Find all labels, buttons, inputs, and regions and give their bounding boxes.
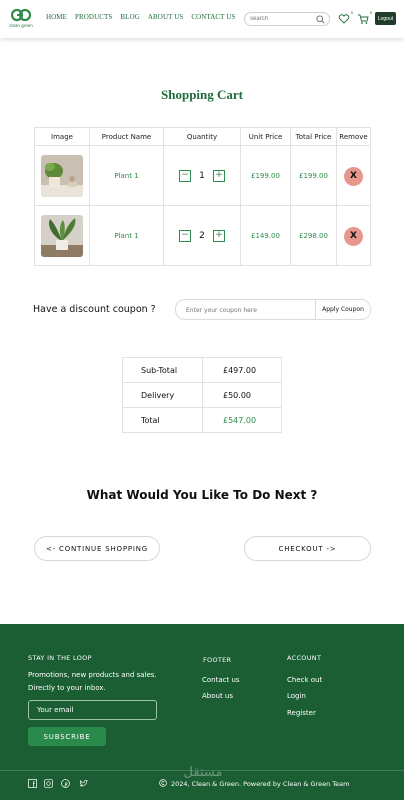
coupon-label: Have a discount coupon ? [33, 304, 156, 315]
wishlist-button[interactable]: 0 [338, 10, 353, 24]
total-row: Total £547.00 [122, 407, 282, 433]
instagram-icon[interactable] [44, 779, 53, 788]
svg-text:مستقل: مستقل [184, 765, 223, 780]
col-total-price: Total Price [290, 127, 337, 146]
unit-price: £149.00 [240, 205, 291, 266]
main-nav: HOME PRODUCTS BLOG ABOUT US CONTACT US [46, 13, 235, 21]
subtotal-label: Sub-Total [122, 357, 203, 383]
subtotal-row: Sub-Total £497.00 [122, 357, 282, 383]
increase-quantity-button[interactable]: + [213, 169, 225, 182]
col-product-name: Product Name [89, 127, 164, 146]
total-price: £199.00 [290, 145, 337, 206]
next-step-heading: What Would You Like To Do Next ? [86, 488, 318, 502]
product-name[interactable]: Plant 1 [89, 145, 164, 206]
cart-icon [358, 14, 369, 24]
site-footer: STAY IN THE LOOP Promotions, new product… [0, 624, 404, 800]
product-name[interactable]: Plant 1 [89, 205, 164, 266]
coupon-input[interactable] [186, 304, 311, 316]
footer-link-register[interactable]: Register [287, 709, 316, 717]
apply-coupon-button[interactable]: Apply Coupon [315, 300, 370, 319]
product-image[interactable] [41, 154, 83, 197]
quantity-value: 2 [199, 230, 205, 241]
subtotal-value: £497.00 [202, 357, 282, 383]
cart-table: Image Product Name Quantity Unit Price T… [34, 127, 371, 266]
heart-icon [338, 14, 350, 24]
cart-header-row: Image Product Name Quantity Unit Price T… [34, 127, 371, 146]
nav-home[interactable]: HOME [46, 13, 67, 21]
remove-item-button[interactable]: X [344, 226, 363, 246]
col-remove: Remove [336, 127, 371, 146]
decrease-quantity-button[interactable]: − [179, 229, 191, 242]
search-box [244, 12, 330, 26]
copyright-icon [159, 779, 167, 787]
table-row: Plant 1 − 1 + £199.00 £199.00 X [34, 145, 371, 206]
total-label: Total [122, 407, 203, 433]
col-unit-price: Unit Price [240, 127, 291, 146]
delivery-label: Delivery [122, 382, 203, 408]
order-totals: Sub-Total £497.00 Delivery £50.00 Total … [122, 357, 282, 433]
cart-count: 0 [369, 10, 372, 15]
nav-blog[interactable]: BLOG [120, 13, 139, 21]
delivery-row: Delivery £50.00 [122, 382, 282, 408]
subscribe-button[interactable]: SUBSCRIBE [28, 727, 106, 746]
quantity-stepper: − 2 + [164, 229, 240, 242]
footer-heading: FOOTER [203, 656, 232, 664]
coupon-form: Apply Coupon [175, 299, 371, 320]
newsletter-heading: STAY IN THE LOOP [28, 654, 92, 662]
logout-button[interactable]: Logout [375, 12, 396, 25]
table-row: Plant 1 − 2 + £149.00 £298.00 X [34, 205, 371, 266]
page-title: Shopping Cart [161, 87, 243, 102]
footer-link-contact-us[interactable]: Contact us [202, 676, 240, 684]
product-image[interactable] [41, 214, 83, 257]
footer-link-check-out[interactable]: Check out [287, 676, 322, 684]
total-value: £547.00 [202, 407, 282, 433]
footer-link-about-us[interactable]: About us [202, 692, 233, 700]
quantity-stepper: − 1 + [164, 169, 240, 182]
footer-link-login[interactable]: Login [287, 692, 306, 700]
twitter-icon[interactable] [79, 779, 88, 788]
quantity-value: 1 [199, 170, 205, 181]
increase-quantity-button[interactable]: + [213, 229, 225, 242]
brand-logo[interactable]: clean green [8, 8, 34, 32]
logo-text: clean green [9, 23, 33, 28]
continue-shopping-button[interactable]: <- CONTINUE SHOPPING [34, 536, 160, 561]
cart-button[interactable]: 0 [357, 10, 372, 24]
remove-item-button[interactable]: X [344, 166, 363, 186]
total-price: £298.00 [290, 205, 337, 266]
nav-products[interactable]: PRODUCTS [75, 13, 112, 21]
pinterest-icon[interactable] [61, 779, 70, 788]
search-input[interactable] [250, 14, 312, 24]
col-image: Image [34, 127, 90, 146]
newsletter-text: Promotions, new products and sales. Dire… [28, 671, 157, 692]
copyright-text: 2024, Clean & Green. Powered by Clean & … [171, 780, 350, 788]
newsletter-email-input[interactable] [28, 700, 157, 720]
checkout-button[interactable]: CHECKOUT -> [244, 536, 371, 561]
site-header: clean green HOME PRODUCTS BLOG ABOUT US … [0, 0, 404, 38]
delivery-value: £50.00 [202, 382, 282, 408]
search-icon[interactable] [316, 15, 325, 24]
decrease-quantity-button[interactable]: − [179, 169, 191, 182]
nav-contact-us[interactable]: CONTACT US [191, 13, 235, 21]
logo-mark-icon [11, 8, 31, 22]
unit-price: £199.00 [240, 145, 291, 206]
nav-about-us[interactable]: ABOUT US [148, 13, 183, 21]
col-quantity: Quantity [163, 127, 241, 146]
wishlist-count: 0 [350, 10, 353, 15]
facebook-icon[interactable] [28, 779, 37, 788]
account-heading: ACCOUNT [287, 654, 322, 662]
